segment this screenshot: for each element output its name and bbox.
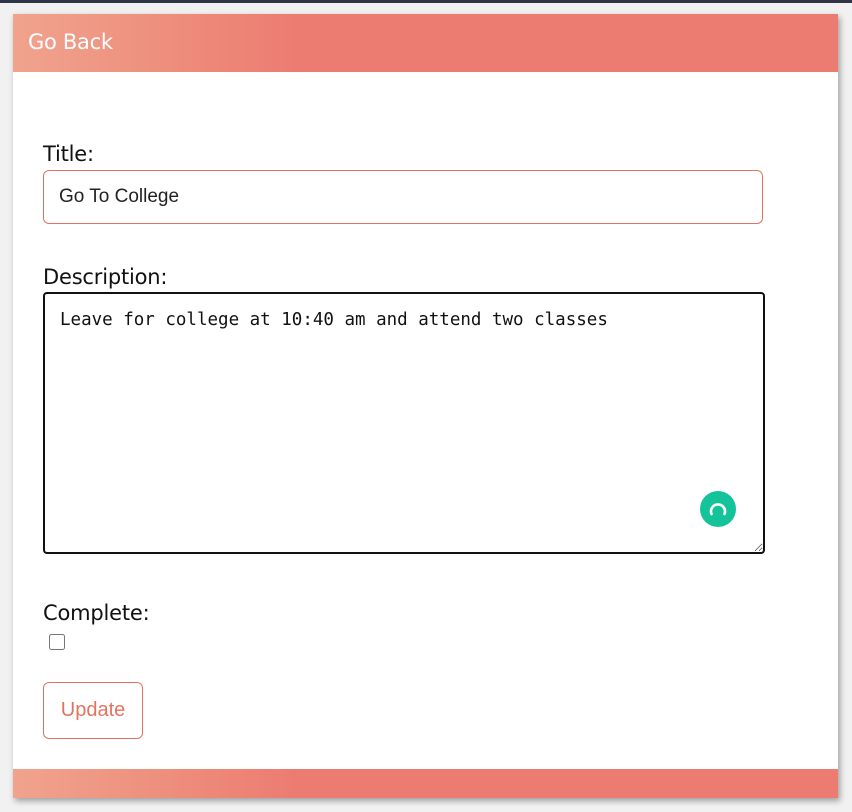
header-bar: Go Back xyxy=(13,14,838,72)
grammarly-arc-icon xyxy=(709,503,727,516)
footer-bar xyxy=(13,769,838,798)
description-label: Description: xyxy=(43,265,168,289)
grammarly-icon[interactable] xyxy=(700,491,736,527)
edit-todo-card: Go Back Title: Description: Leave for co… xyxy=(13,14,838,798)
complete-checkbox[interactable] xyxy=(49,634,65,650)
description-textarea[interactable]: Leave for college at 10:40 am and attend… xyxy=(43,292,765,554)
go-back-link[interactable]: Go Back xyxy=(28,28,113,56)
window-top-strip xyxy=(0,0,852,3)
complete-label: Complete: xyxy=(43,601,150,625)
title-label: Title: xyxy=(43,142,94,166)
title-input[interactable] xyxy=(43,170,763,224)
update-button[interactable]: Update xyxy=(43,682,143,739)
